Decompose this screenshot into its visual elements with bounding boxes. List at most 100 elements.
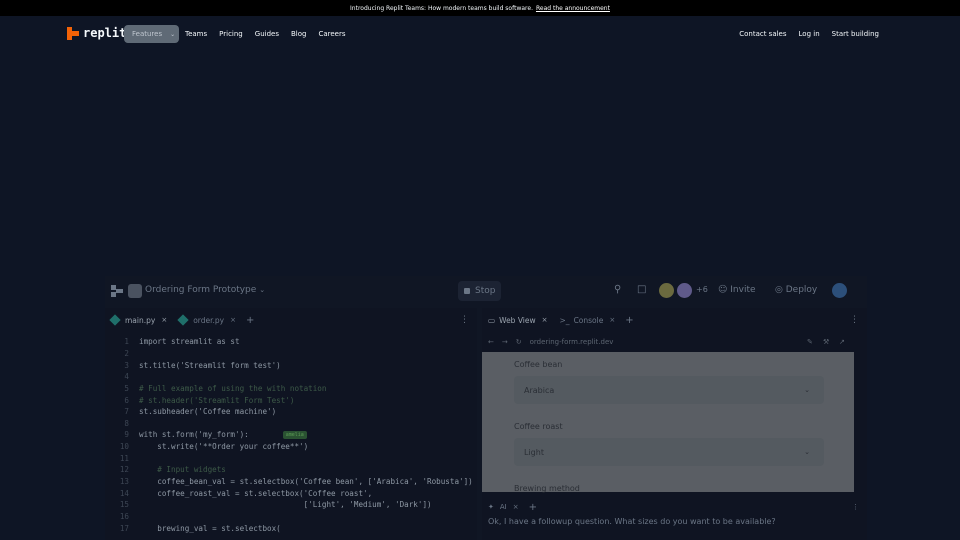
code-line: 6 # st.header('Streamlit Form Test') (105, 394, 477, 406)
line-number: 4 (124, 372, 129, 382)
nav-careers[interactable]: Careers (312, 25, 351, 43)
chevron-down-icon: ⌄ (170, 30, 176, 38)
deploy-icon: ◎ (775, 285, 783, 295)
coffee-roast-select[interactable]: Light ⌄ (514, 438, 824, 466)
close-icon[interactable]: × (513, 503, 519, 511)
code-line: 1 import streamlit as st (105, 336, 477, 348)
nav-blog[interactable]: Blog (285, 25, 312, 43)
code-text: brewing_val = st.selectbox( (139, 523, 281, 533)
monitor-icon: ▭ (488, 315, 496, 325)
terminal-icon: >_ (559, 315, 570, 325)
line-number: 10 (119, 442, 129, 452)
code-line: 17 brewing_val = st.selectbox( (105, 522, 477, 534)
code-content[interactable]: 1 import streamlit as st 2 3 st.title('Strea… (105, 336, 477, 534)
tab-console[interactable]: >_ Console × (560, 316, 616, 325)
line-number: 12 (119, 465, 129, 475)
more-options-icon[interactable]: ⋮ (850, 315, 859, 325)
code-line: 14 coffee_roast_val = st.selectbox('Coff… (105, 487, 477, 499)
ai-message: Ok, I have a followup question. What siz… (488, 517, 776, 526)
code-line: 10 st.write('**Order your coffee**') (105, 441, 477, 453)
start-building-button[interactable]: Start building (826, 25, 885, 43)
code-text: st.write('**Order your coffee**') (139, 442, 309, 452)
project-name[interactable]: Ordering Form Prototype ⌄ (145, 285, 265, 295)
line-number: 2 (124, 348, 129, 358)
line-number: 9 (124, 430, 129, 440)
code-text: # st.header('Streamlit Form Test') (139, 395, 295, 405)
output-tabs: ▭ Web View × >_ Console × + ⋮ (482, 308, 867, 332)
more-options-icon[interactable]: ⋮ (852, 503, 859, 511)
code-line: 11 (105, 452, 477, 464)
stop-button[interactable]: Stop (458, 281, 501, 301)
close-icon: × (541, 316, 548, 324)
announcement-link[interactable]: Read the announcement (536, 5, 610, 12)
code-line: 4 (105, 371, 477, 383)
code-text: st.title('Streamlit form test') (139, 360, 281, 370)
code-text: st.subheader('Coffee machine') (139, 407, 277, 417)
workspace-menu-icon[interactable] (111, 285, 123, 297)
add-user-icon: ☺ (718, 285, 728, 295)
nav-pricing[interactable]: Pricing (213, 25, 249, 43)
deploy-button[interactable]: ◎ Deploy (775, 285, 817, 295)
invite-button[interactable]: ☺ Invite (718, 285, 756, 295)
ai-tab-bar: ✦ AI × + ⋮ (482, 499, 867, 515)
nav-teams[interactable]: Teams (179, 25, 213, 43)
devtools-icon[interactable]: ⚒ (823, 338, 829, 346)
code-line: 7 st.subheader('Coffee machine') (105, 406, 477, 418)
tab-order-py[interactable]: order.py × (177, 314, 236, 326)
tab-ai[interactable]: AI (500, 503, 507, 511)
add-tab-button[interactable]: + (625, 315, 633, 326)
replit-logo[interactable]: replit (67, 26, 126, 40)
line-number: 15 (119, 500, 129, 510)
url-field[interactable]: ordering-form.replit.dev (530, 338, 614, 346)
tab-main-py[interactable]: main.py × (109, 314, 168, 326)
code-line: 12 # Input widgets (105, 464, 477, 476)
back-icon[interactable]: ← (488, 338, 494, 346)
field-label: Brewing method (514, 484, 580, 493)
code-text: import streamlit as st (139, 337, 240, 347)
open-external-icon[interactable]: ↗ (839, 338, 845, 346)
python-file-icon (177, 314, 189, 326)
secondary-nav: Contact sales Log in Start building (733, 25, 885, 43)
line-number: 11 (119, 453, 129, 463)
project-icon (128, 284, 142, 298)
sparkle-icon: ✦ (488, 503, 494, 511)
ide-header: Ordering Form Prototype ⌄ Stop ⚲ □ +6 ☺ … (105, 276, 867, 306)
nav-features[interactable]: Features ⌄ (124, 25, 179, 43)
close-icon: × (609, 316, 616, 324)
announcement-text: Introducing Replit Teams: How modern tea… (350, 4, 533, 12)
code-text: # Full example of using the with notatio… (139, 383, 327, 393)
tab-web-view[interactable]: ▭ Web View × (488, 316, 548, 325)
primary-nav: Features ⌄ Teams Pricing Guides Blog Car… (124, 25, 352, 43)
close-icon: × (161, 316, 168, 324)
coffee-bean-select[interactable]: Arabica ⌄ (514, 376, 824, 404)
output-pane: ▭ Web View × >_ Console × + ⋮ ← → ↻ ordering… (482, 308, 867, 540)
code-line: 15 ['Light', 'Medium', 'Dark']) (105, 499, 477, 511)
close-icon: × (230, 316, 236, 324)
add-tab-button[interactable]: + (246, 315, 254, 326)
code-line: 2 (105, 348, 477, 360)
line-number: 14 (119, 488, 129, 498)
add-tab-button[interactable]: + (529, 502, 537, 513)
nav-guides[interactable]: Guides (249, 25, 285, 43)
code-text: with st.form('my_form'): (139, 430, 249, 440)
brand-name: replit (83, 26, 127, 40)
user-avatar[interactable] (832, 283, 847, 298)
chat-icon[interactable]: □ (637, 284, 646, 295)
search-icon[interactable]: ⚲ (614, 284, 621, 295)
announcement-bar: Introducing Replit Teams: How modern tea… (0, 0, 960, 16)
more-options-icon[interactable]: ⋮ (460, 315, 469, 325)
edit-icon[interactable]: ✎ (807, 338, 813, 346)
forward-icon[interactable]: → (502, 338, 508, 346)
contact-sales-link[interactable]: Contact sales (733, 25, 792, 43)
line-number: 3 (124, 360, 129, 370)
code-line: 9 with st.form('my_form'): amelia (105, 429, 477, 441)
code-line: 16 (105, 511, 477, 523)
reload-icon[interactable]: ↻ (516, 338, 522, 346)
avatar (659, 283, 674, 298)
webview-content: Coffee bean Arabica ⌄ Coffee roast Light ⌄… (482, 352, 854, 493)
chevron-down-icon: ⌄ (804, 448, 810, 456)
chevron-down-icon: ⌄ (804, 386, 810, 394)
login-link[interactable]: Log in (793, 25, 826, 43)
ide-preview: Ordering Form Prototype ⌄ Stop ⚲ □ +6 ☺ … (105, 276, 867, 540)
top-navbar: replit Features ⌄ Teams Pricing Guides B… (0, 16, 960, 52)
